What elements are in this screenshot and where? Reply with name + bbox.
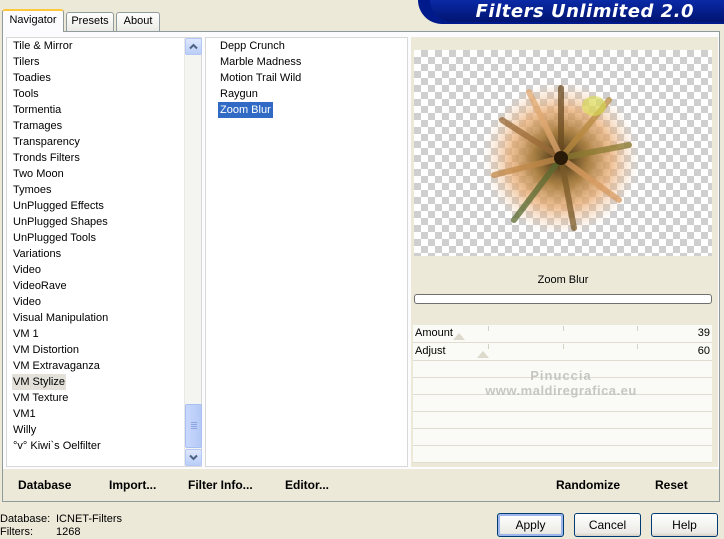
category-item[interactable]: Visual Manipulation [12,310,109,326]
filter-item-selected[interactable]: Zoom Blur [218,102,273,118]
tab-navigator[interactable]: Navigator [2,9,64,32]
editor-button[interactable]: Editor... [285,478,329,492]
watermark: Pinuccia www.maldiregrafica.eu [466,368,656,398]
category-item[interactable]: VM Texture [12,390,69,406]
category-item[interactable]: UnPlugged Tools [12,230,97,246]
category-item[interactable]: VM 1 [12,326,40,342]
category-item[interactable]: VM Distortion [12,342,80,358]
filters-unlimited-window: Filters Unlimited 2.0 Navigator Presets … [0,0,724,539]
category-item[interactable]: Transparency [12,134,81,150]
progress-bar [414,294,712,304]
apply-button[interactable]: Apply [497,513,564,537]
database-label: Database: [0,513,51,525]
watermark-name: Pinuccia [530,368,592,383]
thumb-grip [191,422,197,423]
param-adjust-slider[interactable]: Adjust 60 [413,343,712,361]
tab-about[interactable]: About [116,12,160,31]
category-item[interactable]: Toadies [12,70,52,86]
title-banner: Filters Unlimited 2.0 [418,0,724,24]
category-item[interactable]: Two Moon [12,166,65,182]
watermark-url: www.maldiregrafica.eu [485,383,637,398]
filter-item[interactable]: Raygun [218,86,260,102]
filter-list[interactable]: Depp Crunch Marble Madness Motion Trail … [205,37,408,467]
database-button[interactable]: Database [18,478,71,492]
chevron-down-icon [189,454,198,461]
category-item[interactable]: Video [12,262,42,278]
category-item[interactable]: Video [12,294,42,310]
zoom-blur-preview-graphic [483,82,639,234]
cancel-button[interactable]: Cancel [574,513,641,537]
help-button[interactable]: Help [651,513,718,537]
scroll-thumb[interactable] [185,404,202,448]
param-value: 39 [697,327,710,339]
category-item[interactable]: VM Extravaganza [12,358,101,374]
category-item[interactable]: Tile & Mirror [12,38,73,54]
category-item[interactable]: °v° Kiwi`s Oelfilter [12,438,102,454]
randomize-button[interactable]: Randomize [556,478,620,492]
category-item-selected[interactable]: VM Stylize [12,374,66,390]
param-label: Amount [415,327,453,339]
category-item[interactable]: Willy [12,422,37,438]
filter-item[interactable]: Marble Madness [218,54,303,70]
category-item[interactable]: Tronds Filters [12,150,81,166]
param-slot-empty [413,429,712,446]
param-amount-slider[interactable]: Amount 39 [413,325,712,343]
category-item[interactable]: VideoRave [12,278,68,294]
slider-tick [637,326,638,331]
thumb-grip [191,426,197,427]
database-value: ICNET-Filters [56,513,122,525]
category-item[interactable]: UnPlugged Effects [12,198,105,214]
filter-info-button[interactable]: Filter Info... [188,478,253,492]
filters-count-label: Filters: [0,526,33,538]
scroll-down-button[interactable] [185,449,202,466]
param-slot-empty [413,446,712,463]
param-value: 60 [697,345,710,357]
import-button[interactable]: Import... [109,478,156,492]
thumb-grip [191,428,197,429]
category-item[interactable]: UnPlugged Shapes [12,214,109,230]
category-item[interactable]: VM1 [12,406,37,422]
app-title: Filters Unlimited 2.0 [475,1,694,22]
chevron-up-icon [189,43,198,50]
category-item[interactable]: Tilers [12,54,40,70]
filters-count-value: 1268 [56,526,81,538]
param-slot-empty [413,412,712,429]
category-item[interactable]: Variations [12,246,62,262]
slider-tick [637,344,638,349]
category-item[interactable]: Tramages [12,118,63,134]
filter-item[interactable]: Depp Crunch [218,38,287,54]
slider-tick [488,344,489,349]
filter-preview-image [414,50,712,256]
tab-presets[interactable]: Presets [66,12,114,31]
slider-tick [563,326,564,331]
slider-marker[interactable] [477,351,489,358]
category-list[interactable]: Tile & Mirror Tilers Toadies Tools Torme… [6,37,202,467]
reset-button[interactable]: Reset [655,478,688,492]
category-item[interactable]: Tools [12,86,40,102]
thumb-grip [191,424,197,425]
slider-marker[interactable] [453,333,465,340]
param-label: Adjust [415,345,446,357]
category-item[interactable]: Tormentia [12,102,62,118]
scroll-up-button[interactable] [185,38,202,55]
slider-tick [563,344,564,349]
slider-tick [488,326,489,331]
category-scrollbar[interactable] [184,38,202,466]
category-item[interactable]: Tymoes [12,182,53,198]
filter-item[interactable]: Motion Trail Wild [218,70,303,86]
selected-filter-name: Zoom Blur [537,274,589,286]
